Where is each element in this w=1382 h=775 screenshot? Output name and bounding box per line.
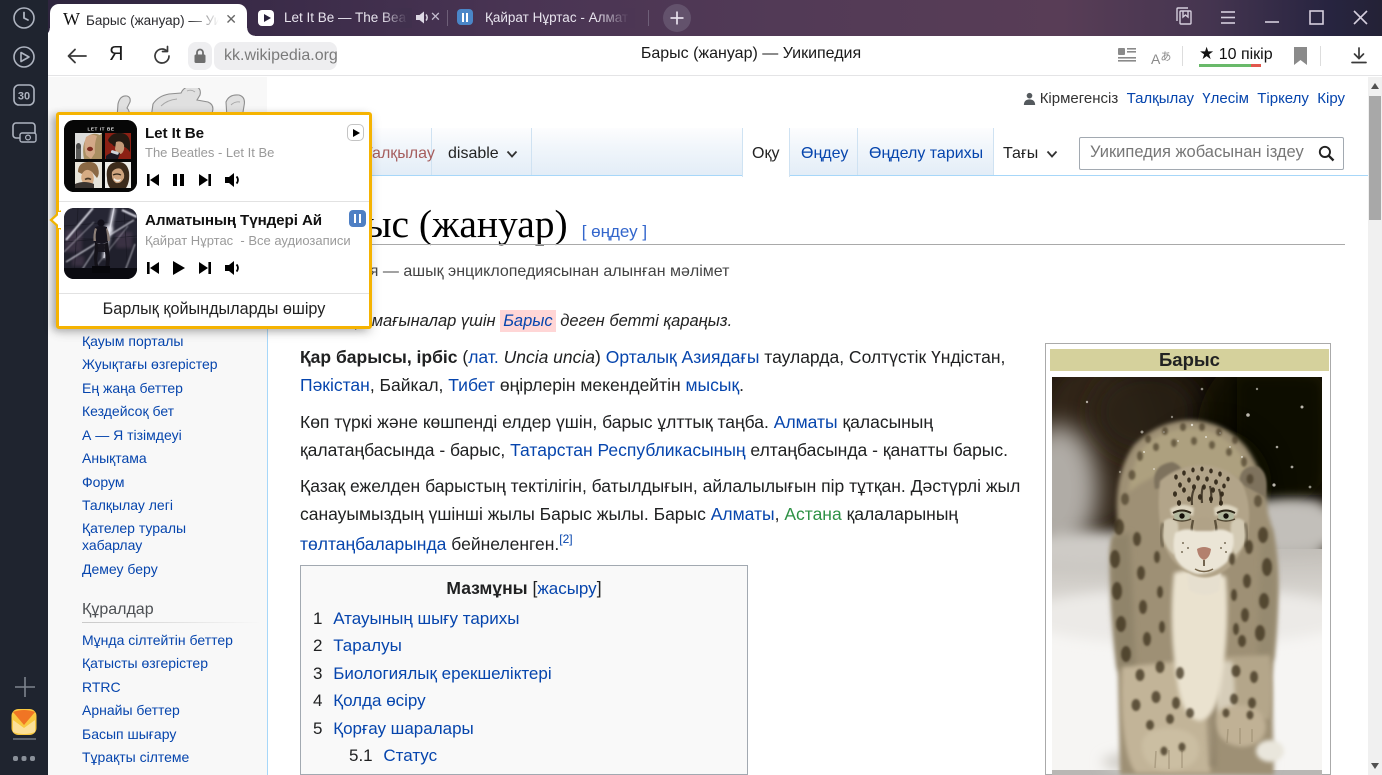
svg-text:LET IT BE: LET IT BE: [87, 127, 114, 132]
svg-text:30: 30: [18, 91, 30, 103]
